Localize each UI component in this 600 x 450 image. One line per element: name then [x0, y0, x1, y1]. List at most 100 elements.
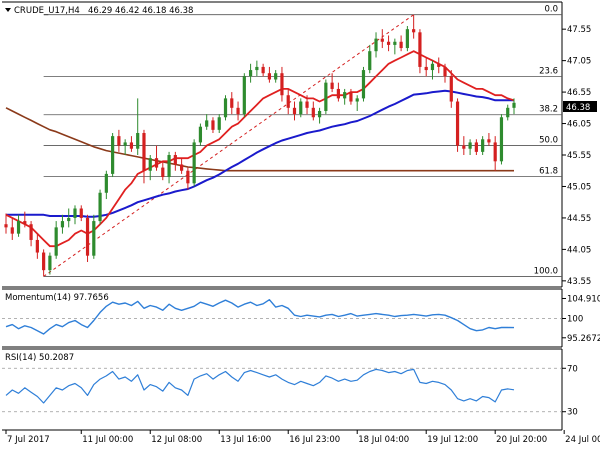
- candle-body: [286, 95, 290, 108]
- candle-body: [111, 136, 115, 174]
- time-tick-label: 13 Jul 16:00: [220, 435, 271, 445]
- chart: 0.0 23.6 38.2 50.0 61.8 100.0 47.55 47.05 46.55…: [0, 0, 600, 450]
- candle-body: [180, 164, 184, 171]
- fib-level-label: 23.6: [539, 66, 558, 76]
- fib-level-label: 61.8: [539, 166, 558, 176]
- candle-body: [361, 70, 366, 99]
- candle-body: [324, 82, 328, 111]
- price-tick-label: 45.05: [567, 182, 591, 192]
- candle-body: [67, 217, 71, 222]
- candle-body: [380, 38, 384, 42]
- candle-body: [129, 142, 134, 149]
- candle-body: [374, 38, 378, 52]
- candle-body: [16, 221, 21, 234]
- momentum-tick-label: 95.2672: [567, 334, 600, 344]
- candle-body: [487, 139, 491, 143]
- candle-body: [54, 227, 58, 256]
- candle-body: [493, 142, 497, 162]
- candle-body: [248, 70, 253, 77]
- candle-body: [474, 142, 478, 152]
- candle-body: [317, 110, 322, 118]
- candle-body: [242, 76, 246, 115]
- candle-body: [186, 170, 190, 184]
- candle-body: [192, 142, 196, 184]
- candle-body: [443, 66, 447, 77]
- candle-body: [117, 136, 121, 146]
- price-tick-label: 46.55: [567, 88, 591, 98]
- candle-body: [85, 217, 90, 256]
- candle-body: [481, 139, 485, 152]
- candle-body: [223, 98, 228, 118]
- candle-body: [512, 102, 516, 108]
- time-tick-label: 20 Jul 20:00: [496, 435, 547, 445]
- candle-body: [393, 41, 397, 45]
- candle-body: [343, 92, 347, 99]
- candle-body: [267, 73, 272, 80]
- rsi-tick-label: 30: [567, 408, 578, 418]
- candle-body: [462, 145, 466, 149]
- candle-body: [161, 167, 165, 178]
- candle-body: [230, 98, 234, 108]
- candle-body: [23, 221, 27, 225]
- fib-level-label: 38.2: [539, 105, 558, 115]
- candle-body: [73, 208, 77, 218]
- candle-body: [424, 66, 428, 71]
- time-tick-label: 11 Jul 00:00: [82, 435, 133, 445]
- rsi-tick-label: 70: [567, 364, 578, 374]
- candle-body: [92, 221, 96, 256]
- candle-body: [468, 142, 472, 149]
- candle-body: [437, 63, 441, 67]
- price-tick-label: 44.55: [567, 214, 591, 224]
- candle-body: [292, 107, 297, 115]
- candle-body: [430, 63, 435, 71]
- chart-background: [0, 0, 600, 450]
- time-tick-label: 12 Jul 08:00: [151, 435, 202, 445]
- candle-body: [79, 208, 83, 218]
- candle-body: [48, 255, 52, 271]
- price-tick-label: 47.05: [567, 57, 591, 67]
- candle-body: [154, 158, 159, 168]
- candle-body: [336, 88, 340, 99]
- time-tick-label: 16 Jul 23:00: [289, 435, 340, 445]
- fib-level-label: 50.0: [539, 136, 558, 146]
- momentum-tick-label: 100: [567, 315, 583, 325]
- ohlc-header: 46.29 46.42 46.18 46.38: [88, 6, 193, 16]
- candle-body: [142, 132, 146, 171]
- price-tick-label: 46.05: [567, 120, 591, 130]
- candle-body: [104, 173, 108, 193]
- candle-body: [217, 117, 221, 130]
- price-tick-label: 45.55: [567, 151, 591, 161]
- candle-body: [29, 224, 33, 240]
- candle-body: [311, 107, 315, 118]
- candle-body: [274, 73, 278, 80]
- time-tick-label: 24 Jul 00:00: [565, 435, 600, 445]
- price-tick-label: 43.55: [567, 277, 591, 287]
- candle-body: [355, 98, 359, 102]
- candle-body: [98, 192, 102, 222]
- candle-body: [198, 126, 203, 143]
- candle-body: [211, 120, 215, 130]
- candle-body: [305, 101, 309, 108]
- candle-body: [60, 221, 65, 228]
- candle-body: [418, 32, 422, 67]
- candle-body: [449, 76, 453, 102]
- candle-body: [10, 227, 14, 234]
- candle-body: [330, 82, 334, 89]
- candle-body: [405, 29, 409, 49]
- candle-body: [412, 29, 416, 33]
- momentum-label: Momentum(14) 97.7656: [5, 293, 109, 303]
- rsi-label: RSI(14) 50.2087: [5, 353, 74, 363]
- last-price-label: 46.38: [566, 103, 590, 113]
- candle-body: [236, 107, 240, 115]
- candle-body: [399, 41, 403, 49]
- candle-body: [42, 252, 46, 271]
- time-tick-label: 18 Jul 04:00: [358, 435, 409, 445]
- price-tick-label: 44.05: [567, 245, 591, 255]
- candle-body: [123, 142, 127, 146]
- candle-body: [499, 117, 504, 162]
- candle-body: [349, 92, 353, 102]
- price-tick-label: 47.55: [567, 25, 591, 35]
- time-tick-label: 19 Jul 12:00: [427, 435, 478, 445]
- candle-body: [455, 101, 460, 146]
- fib-level-label: 0.0: [544, 5, 558, 15]
